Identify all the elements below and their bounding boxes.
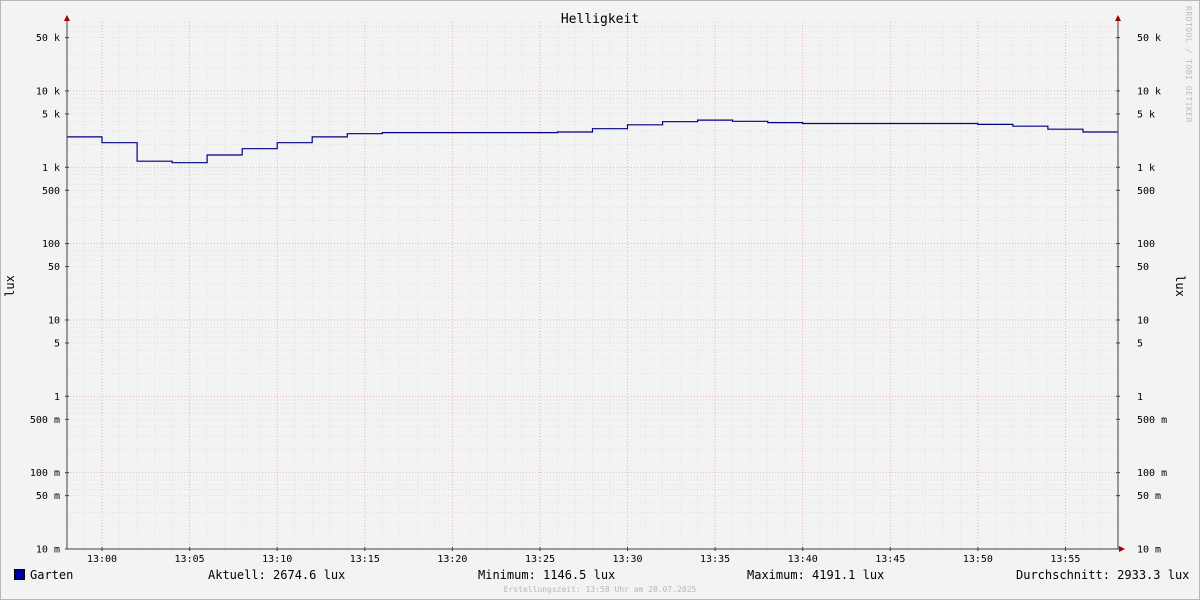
y-tick-label: 1 — [54, 392, 60, 403]
y-tick-label: 100 — [42, 239, 60, 250]
y-tick-label: 5 k — [1137, 109, 1155, 120]
y-axis-label-left: lux — [3, 275, 17, 297]
grid — [66, 21, 1119, 550]
stat-minimum: Minimum: 1146.5 lux — [478, 568, 616, 582]
x-tick-label: 13:35 — [700, 554, 730, 565]
x-tick-label: 13:20 — [437, 554, 467, 565]
y-tick-label: 500 m — [30, 415, 60, 426]
chart: 50 k 10 k 5 k 1 k 500 100 50 10 5 1 500 m 100 m 50 m… — [3, 6, 1193, 565]
y-tick-label: 50 — [48, 262, 60, 273]
y-tick-label: 500 — [1137, 186, 1155, 197]
y-tick-label: 50 k — [36, 33, 60, 44]
y-axis-label-right: lux — [1173, 275, 1187, 297]
x-tick-label: 13:40 — [788, 554, 818, 565]
footer-timestamp: Erstellungszeit: 13:58 Uhr am 28.07.2025 — [503, 585, 697, 594]
y-tick-label: 5 — [54, 339, 60, 350]
y-tick-label: 50 k — [1137, 33, 1161, 44]
legend-series-name: Garten — [30, 568, 74, 582]
y-tick-label: 100 m — [1137, 468, 1167, 479]
x-tick-label: 13:25 — [525, 554, 555, 565]
y-tick-label: 500 — [42, 186, 60, 197]
y-tick-label: 50 m — [36, 491, 60, 502]
y-tick-label: 500 m — [1137, 415, 1167, 426]
watermark: RRDTOOL / TOBI OETIKER — [1184, 6, 1193, 123]
chart-title: Helligkeit — [561, 12, 639, 27]
y-tick-label: 1 k — [42, 163, 60, 174]
y-tick-label: 5 — [1137, 339, 1143, 350]
x-tick-labels: 13:00 13:05 13:10 13:15 13:20 13:25 13:30 13:35… — [87, 554, 1081, 565]
y-tick-label: 10 k — [1137, 86, 1161, 97]
y-tick-label: 1 k — [1137, 163, 1155, 174]
x-tick-label: 13:50 — [963, 554, 993, 565]
y-tick-label: 10 — [48, 316, 60, 327]
x-tick-label: 13:30 — [612, 554, 642, 565]
series-layer — [67, 119, 1118, 164]
y-tick-label: 10 k — [36, 86, 60, 97]
y-tick-label: 100 m — [30, 468, 60, 479]
legend-swatch — [14, 569, 25, 580]
y-tick-label: 50 — [1137, 262, 1149, 273]
x-tick-label: 13:15 — [350, 554, 380, 565]
y-tick-label: 100 — [1137, 239, 1155, 250]
y-tick-label: 10 m — [1137, 545, 1161, 556]
x-tick-label: 13:55 — [1050, 554, 1080, 565]
x-tick-label: 13:05 — [175, 554, 205, 565]
x-tick-label: 13:10 — [262, 554, 292, 565]
y-axis-arrow-right — [1115, 15, 1121, 21]
y-tick-labels-right: 50 k 10 k 5 k 1 k 500 100 50 10 5 1 500 m 100 m 50 m… — [1137, 33, 1167, 555]
y-tick-label: 1 — [1137, 392, 1143, 403]
y-tick-label: 10 m — [36, 545, 60, 556]
stat-durchschnitt: Durchschnitt: 2933.3 lux — [1016, 568, 1190, 582]
legend: Garten Aktuell: 2674.6 lux Minimum: 1146… — [14, 568, 1190, 584]
y-tick-label: 10 — [1137, 316, 1149, 327]
y-tick-label: 5 k — [42, 109, 60, 120]
y-tick-labels-left: 50 k 10 k 5 k 1 k 500 100 50 10 5 1 500 m 100 m 50 m… — [30, 33, 60, 555]
y-axis-arrow-left — [64, 15, 70, 21]
y-tick-label: 50 m — [1137, 491, 1161, 502]
stat-aktuell: Aktuell: 2674.6 lux — [208, 568, 346, 582]
series-line-garten — [67, 119, 1118, 164]
stat-maximum: Maximum: 4191.1 lux — [747, 568, 885, 582]
x-tick-label: 13:45 — [875, 554, 905, 565]
x-tick-label: 13:00 — [87, 554, 117, 565]
